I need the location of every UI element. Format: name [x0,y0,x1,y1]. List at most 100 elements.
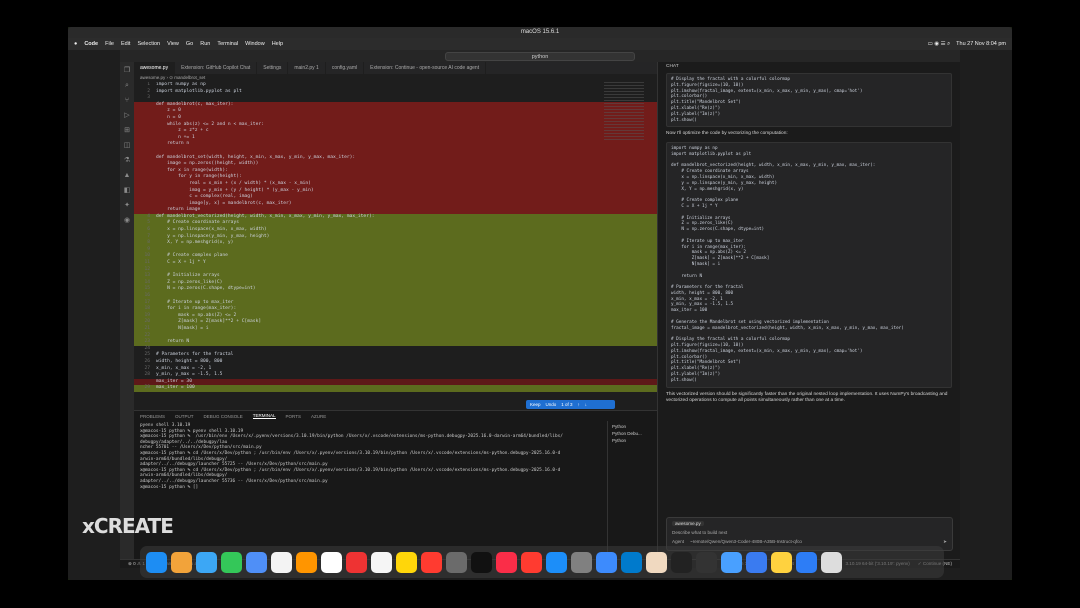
dock-app-icon[interactable] [696,551,717,573]
dock-app-icon[interactable] [671,551,692,573]
apple-icon[interactable]: ● [74,41,77,47]
code-line[interactable]: 16 [134,293,657,300]
code-line[interactable]: 6 x = np.linspace(x_min, x_max, width) [134,227,657,234]
code-line[interactable]: 29 max_iter = 100 [134,385,657,392]
code-line[interactable]: real = x_min + (x / width) * (x_max - x_… [134,180,657,188]
code-line[interactable]: z = 0 [134,108,657,115]
terminal-output[interactable]: pyenv shell 3.10.19 x@macos-15 python % p… [134,421,657,556]
dock-app-icon[interactable] [646,551,667,573]
menu-selection[interactable]: Selection [137,41,160,47]
dock-app-icon[interactable] [746,551,767,573]
code-line[interactable]: 22 [134,332,657,340]
menu-window[interactable]: Window [245,41,265,47]
code-line[interactable]: 25 # Parameters for the fractal [134,352,657,359]
tab-awesome-py[interactable]: awesome.py [134,62,176,74]
code-line[interactable]: 28 y_min, y_max = -1.5, 1.5 [134,372,657,379]
model-select[interactable]: ~remote/Qwen/Qwen3-Coder-480B-A35B-Instr… [690,539,802,545]
tab-config[interactable]: config.yaml [326,62,365,74]
code-line[interactable] [134,147,657,155]
command-center-search[interactable]: python [445,51,635,61]
tab-copilot-chat[interactable]: Extension: GitHub Copilot Chat [175,62,258,74]
copilot-icon[interactable]: ✦ [124,202,130,210]
dock-app-icon[interactable] [546,551,567,573]
code-line[interactable]: 21 N[mask] = i [134,325,657,333]
chevron-down-icon[interactable]: ↓ [585,402,587,407]
app-menu[interactable]: Code [84,41,98,47]
dock-app-icon[interactable] [821,551,842,573]
testing-icon[interactable]: ⚗ [124,157,130,165]
menu-view[interactable]: View [167,41,179,47]
code-line[interactable]: return n [134,141,657,148]
code-line[interactable]: 3 [134,95,657,102]
dock-app-icon[interactable] [796,551,817,573]
remote-icon[interactable]: ◫ [124,142,131,150]
code-line[interactable]: image = np.zeros((height, width)) [134,161,657,168]
dock-app-icon[interactable] [496,551,517,573]
dock-app-icon[interactable] [271,551,292,573]
dock-app-icon[interactable] [346,551,367,573]
chat-code-block[interactable]: import numpy as np import matplotlib.pypl… [666,141,952,388]
code-line[interactable]: n = 0 [134,114,657,122]
dock-app-icon[interactable] [146,551,167,573]
code-line[interactable]: n += 1 [134,134,657,142]
dock-app-icon[interactable] [396,551,417,573]
dock-app-icon[interactable] [246,551,267,573]
menu-edit[interactable]: Edit [121,41,130,47]
code-line[interactable]: def mandelbrot(c, max_iter): [134,101,657,109]
menu-terminal[interactable]: Terminal [217,41,238,47]
dock-app-icon[interactable] [196,551,217,573]
dock-app-icon[interactable] [721,551,742,573]
dock-app-icon[interactable] [371,551,392,573]
tab-problems[interactable]: PROBLEMS [140,414,165,419]
dock-app-icon[interactable] [321,551,342,573]
tab-output[interactable]: OUTPUT [175,414,194,419]
code-line[interactable]: 1 import numpy as np [134,82,657,89]
dock-app-icon[interactable] [221,551,242,573]
code-line[interactable]: 20 Z[mask] = Z[mask]**2 + C[mask] [134,319,657,326]
context-chip[interactable]: awesome.py [672,521,704,526]
docker-icon[interactable]: ◧ [124,187,131,195]
chevron-up-icon[interactable]: ↑ [578,402,580,407]
tab-continue[interactable]: Extension: Continue - open-source AI cod… [364,62,487,74]
code-line[interactable]: image[y, x] = mandelbrot(c, max_iter) [134,200,657,208]
code-editor[interactable]: 1 import numpy as np 2 import matplotlib.py… [134,82,657,410]
continue-icon[interactable]: ◉ [124,217,130,225]
search-icon[interactable]: ⌕ [125,82,129,90]
dock-app-icon[interactable] [421,551,442,573]
send-icon[interactable]: ➤ [943,539,947,545]
tab-azure[interactable]: AZURE [311,414,326,419]
dock-app-icon[interactable] [446,551,467,573]
minimap[interactable] [604,82,644,142]
tab-main2[interactable]: main2.py 1 [288,62,326,74]
tab-settings[interactable]: Settings [257,62,289,74]
code-line[interactable]: 15 N = np.zeros(C.shape, dtype=int) [134,286,657,293]
code-line[interactable]: 23 return N [134,339,657,346]
menu-run[interactable]: Run [200,41,210,47]
run-debug-icon[interactable]: ▷ [124,112,129,120]
dock-app-icon[interactable] [471,551,492,573]
keep-button[interactable]: Keep [530,402,541,407]
code-line[interactable]: z = z*z + c [134,128,657,135]
menu-help[interactable]: Help [272,41,283,47]
dock-app-icon[interactable] [296,551,317,573]
menu-file[interactable]: File [105,41,114,47]
terminal-session[interactable]: Python [612,423,653,430]
source-control-icon[interactable]: ⑂ [125,97,129,105]
code-line[interactable]: 13 # Initialize arrays [134,273,657,280]
code-line[interactable]: 26 width, height = 800, 800 [134,359,657,366]
tab-debug-console[interactable]: DEBUG CONSOLE [204,414,243,419]
dock-app-icon[interactable] [571,551,592,573]
dock-app-icon[interactable] [171,551,192,573]
dock-app-icon[interactable] [771,551,792,573]
code-line[interactable]: 2 import matplotlib.pyplot as plt [134,89,657,96]
code-line[interactable]: 10 # Create complex plane [134,253,657,261]
code-line[interactable]: for y in range(height): [134,174,657,181]
code-line[interactable]: return image [134,207,657,214]
code-line[interactable]: c = complex(real, imag) [134,194,657,201]
agent-mode-select[interactable]: Agent [672,539,684,545]
dock-app-icon[interactable] [521,551,542,573]
dock-app-icon[interactable] [596,551,617,573]
azure-icon[interactable]: ▲ [124,172,131,180]
extensions-icon[interactable]: ⊞ [124,127,130,135]
clock[interactable]: Thu 27 Nov 8:04 pm [956,41,1006,48]
